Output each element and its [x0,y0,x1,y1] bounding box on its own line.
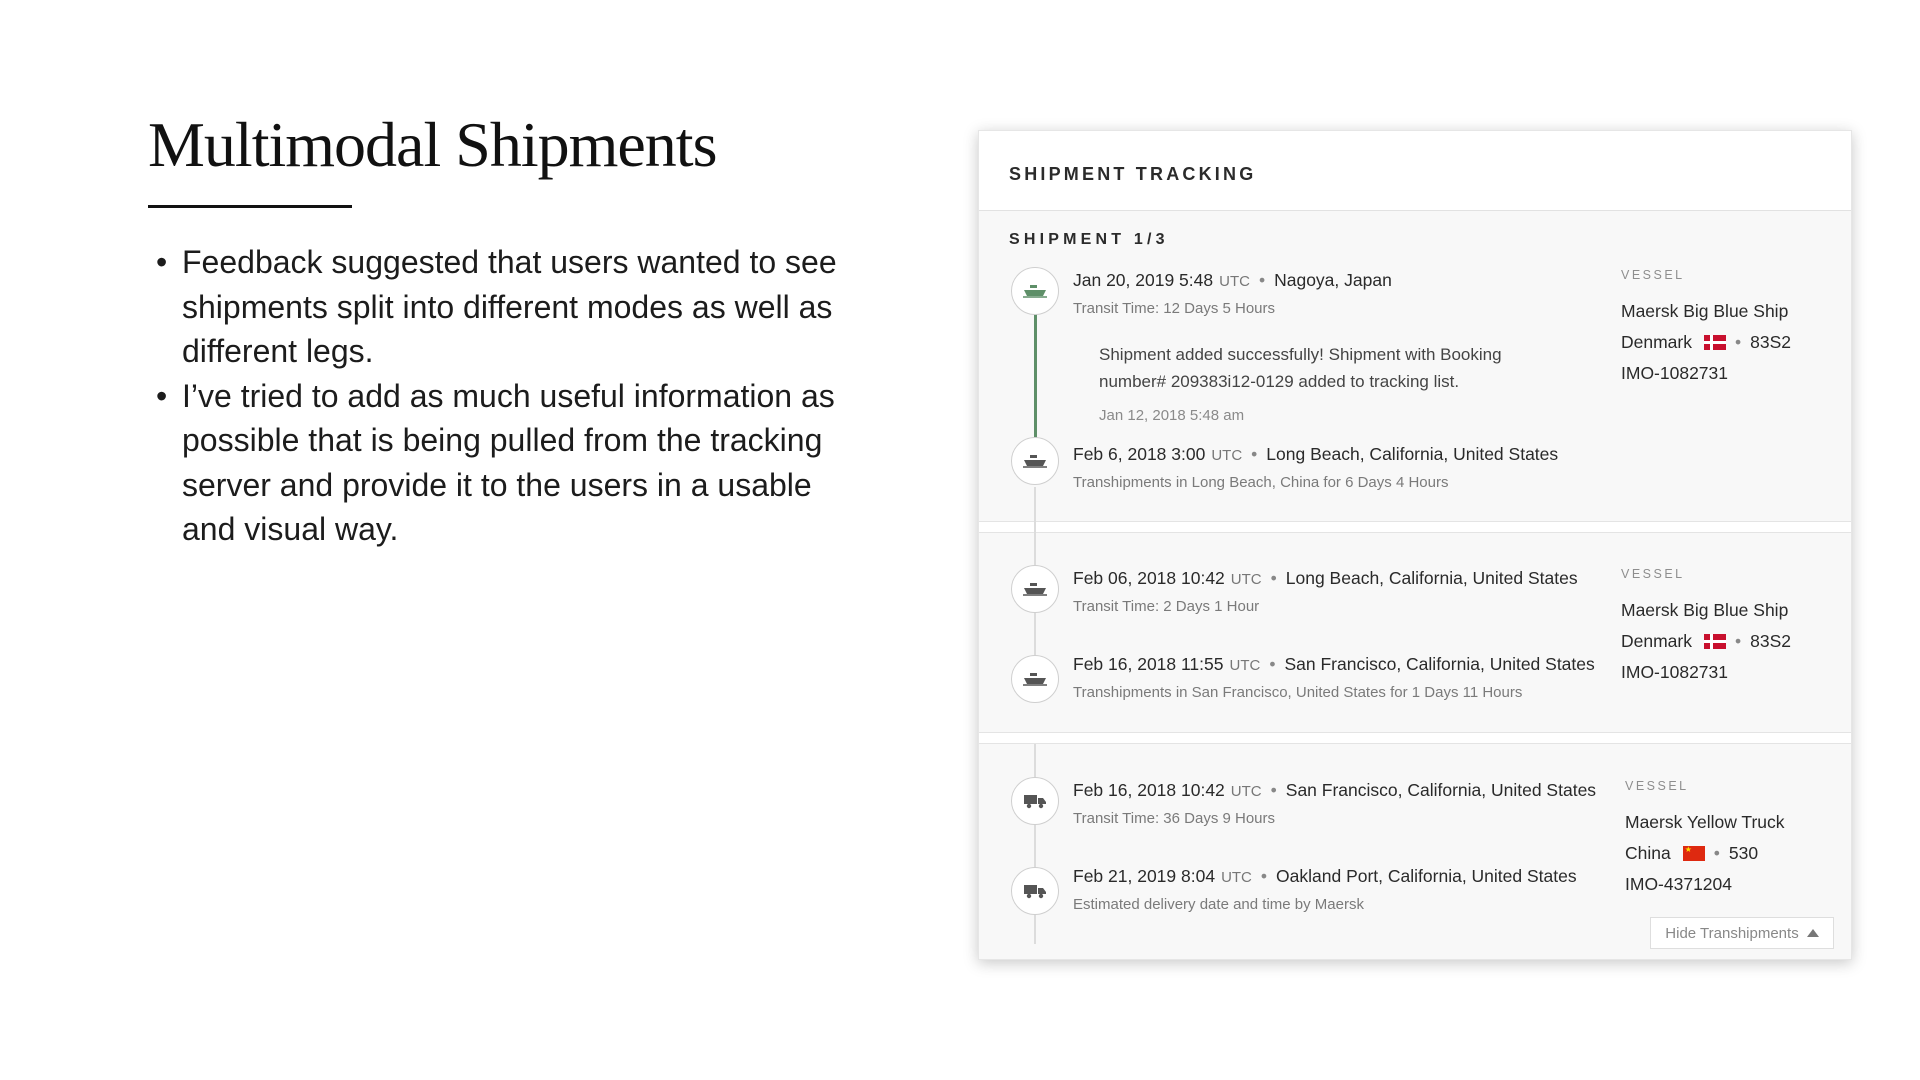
event-subtext: Transhipments in San Francisco, United S… [1073,684,1523,701]
event-date: Jan 20, 2019 5:48 [1073,270,1214,290]
caret-up-icon [1806,929,1819,937]
event-timezone: UTC [1219,273,1250,290]
vessel-imo: IMO-4371204 [1625,874,1733,894]
event-line: Feb 16, 2018 10:42 UTC • San Francisco, Cal… [1073,780,1597,800]
event-subtext: Transhipments in Long Beach, China for 6… [1073,474,1449,491]
denmark-flag-icon [1704,335,1726,350]
title-underline [148,205,352,208]
vessel-code: 530 [1728,843,1759,863]
event-line: Jan 20, 2019 5:48 UTC • Nagoya, Japan [1073,270,1392,290]
event-timezone: UTC [1229,657,1261,674]
vessel-imo: IMO-1082731 [1621,363,1729,383]
vessel-name: Maersk Yellow Truck [1625,812,1785,832]
bullet-list: Feedback suggested that users wanted to … [152,240,842,552]
event-date: Feb 21, 2019 8:04 [1073,866,1216,886]
event-line: Feb 16, 2018 11:55 UTC • San Francisco, Cal… [1073,654,1595,674]
vessel-country: Denmark [1621,332,1692,352]
vessel-code: 83S2 [1750,332,1792,352]
shipment-tracking-card: SHIPMENT TRACKING SHIPMENT 1/3 Jan 20, 2… [978,130,1852,960]
event-date: Feb 16, 2018 10:42 [1073,780,1225,800]
vessel-name: Maersk Big Blue Ship [1621,600,1789,620]
event-timezone: UTC [1221,869,1252,886]
hide-transhipments-button[interactable]: Hide Transhipments [1650,917,1834,949]
event-timezone: UTC [1230,571,1262,588]
truck-icon [1011,777,1059,825]
event-location: Long Beach, California, United States [1285,568,1578,588]
vessel-country: China [1625,843,1671,863]
ship-icon [1011,437,1059,485]
leg-separator [979,732,1851,744]
bullet-item: Feedback suggested that users wanted to … [152,240,842,374]
vessel-imo: IMO-1082731 [1621,662,1729,682]
vessel-origin: Denmark • 83S2 [1621,332,1792,352]
vessel-label: VESSEL [1625,779,1689,793]
event-location: Nagoya, Japan [1274,270,1392,290]
event-subtext: Estimated delivery date and time by Maer… [1073,896,1364,913]
bullet-item: I’ve tried to add as much useful informa… [152,374,842,552]
event-subtext: Transit Time: 12 Days 5 Hours [1073,300,1276,317]
vessel-label: VESSEL [1621,268,1685,282]
event-date: Feb 16, 2018 11:55 [1073,654,1224,674]
vessel-code: 83S2 [1750,631,1792,651]
event-line: Feb 6, 2018 3:00 UTC • Long Beach, Californ… [1073,444,1559,464]
card-header: SHIPMENT TRACKING [979,131,1851,211]
denmark-flag-icon [1704,634,1726,649]
truck-icon [1011,867,1059,915]
timeline-line-active [1034,295,1037,439]
event-timezone: UTC [1211,447,1243,464]
event-date: Feb 06, 2018 10:42 [1073,568,1225,588]
ship-icon [1011,267,1059,315]
event-location: Oakland Port, California, United States [1276,866,1577,886]
event-location: San Francisco, California, United States [1285,780,1597,800]
vessel-origin: China•530 [1625,843,1758,864]
slide-title: Multimodal Shipments [148,109,717,180]
event-timezone: UTC [1230,783,1262,800]
china-flag-icon [1682,844,1705,861]
event-location: Long Beach, California, United States [1266,444,1559,464]
vessel-name: Maersk Big Blue Ship [1621,301,1789,321]
event-location: San Francisco, California, United States [1284,654,1595,674]
hide-transhipments-label: Hide Transhipments [1665,924,1799,942]
vessel-label: VESSEL [1621,567,1685,581]
notification-time: Jan 12, 2018 5:48 am [1099,407,1245,424]
event-line: Feb 06, 2018 10:42 UTC • Long Beach, Califo… [1073,568,1578,588]
vessel-country: Denmark [1621,631,1692,651]
event-subtext: Transit Time: 2 Days 1 Hour [1073,598,1260,615]
notification-message: Shipment added successfully! Shipment wi… [1099,345,1502,391]
shipment-count: SHIPMENT 1/3 [1009,231,1169,248]
event-line: Feb 21, 2019 8:04 UTC • Oakland Port, Calif… [1073,866,1577,886]
ship-icon [1011,655,1059,703]
event-subtext: Transit Time: 36 Days 9 Hours [1073,810,1276,827]
ship-icon [1011,565,1059,613]
leg-separator [979,521,1851,533]
card-title: SHIPMENT TRACKING [1009,164,1257,184]
vessel-origin: Denmark • 83S2 [1621,631,1792,651]
event-date: Feb 6, 2018 3:00 [1073,444,1206,464]
